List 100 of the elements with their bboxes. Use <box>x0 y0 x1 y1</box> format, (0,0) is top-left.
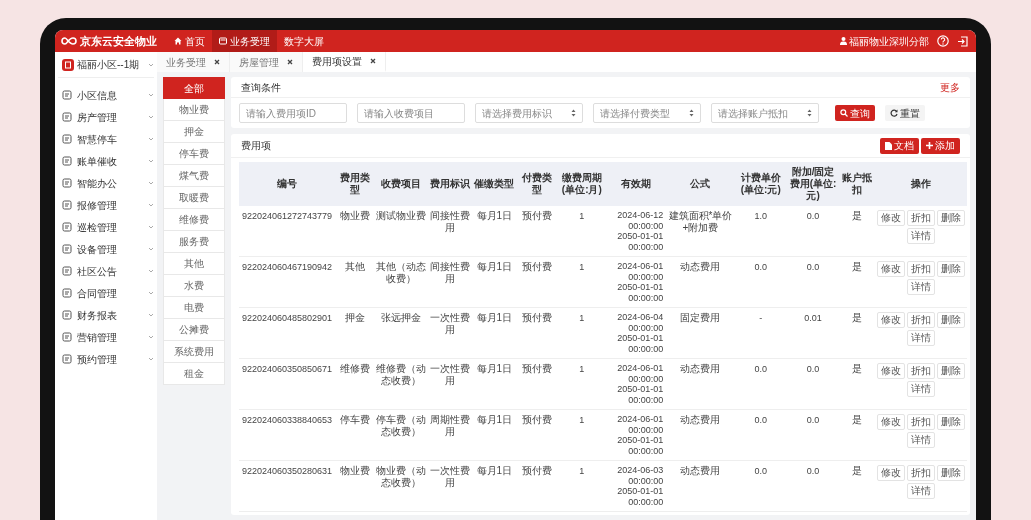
close-icon[interactable] <box>214 59 220 65</box>
input-field[interactable]: 请输入费用项ID <box>239 103 347 123</box>
search-button[interactable]: 查询 <box>835 105 875 121</box>
table-cell: 1 <box>556 307 607 359</box>
action-button[interactable]: 详情 <box>906 432 935 448</box>
category-item[interactable]: 取暖费 <box>163 187 225 209</box>
chevron-down-icon <box>148 247 154 251</box>
module-icon <box>62 266 72 276</box>
module-icon <box>62 310 72 320</box>
action-button[interactable]: 折扣 <box>906 261 935 277</box>
category-item[interactable]: 服务费 <box>163 231 225 253</box>
sidebar-item[interactable]: 财务报表 <box>58 304 154 326</box>
logout-icon[interactable] <box>957 35 968 47</box>
action-button[interactable]: 删除 <box>936 312 965 328</box>
action-button[interactable]: 修改 <box>876 261 905 277</box>
action-button[interactable]: 修改 <box>876 210 905 226</box>
action-button[interactable]: 折扣 <box>906 210 935 226</box>
category-item[interactable]: 系统费用 <box>163 341 225 363</box>
page-tab[interactable]: 业务受理 <box>157 52 230 72</box>
action-button[interactable]: 详情 <box>906 228 935 244</box>
module-icon <box>62 332 72 342</box>
table-cell: 2024-06-03 00:00:00 2050-01-01 00:00:00 <box>606 460 666 512</box>
reset-button[interactable]: 重置 <box>885 105 925 121</box>
module-icon <box>62 222 72 232</box>
table-cell: 0.01 <box>785 307 841 359</box>
select-field[interactable]: 请选择费用标识 <box>475 103 583 123</box>
column-header: 计费单价(单位:元) <box>735 162 786 206</box>
action-button[interactable]: 详情 <box>906 330 935 346</box>
close-icon[interactable] <box>287 59 293 65</box>
sidebar-item[interactable]: 预约管理 <box>58 348 154 370</box>
action-button[interactable]: 折扣 <box>906 414 935 430</box>
sidebar-item[interactable]: 报修管理 <box>58 194 154 216</box>
action-button[interactable]: 详情 <box>906 483 935 499</box>
action-button[interactable]: 修改 <box>876 363 905 379</box>
category-item[interactable]: 其他 <box>163 253 225 275</box>
input-field[interactable]: 请输入收费项目 <box>357 103 465 123</box>
action-button[interactable]: 详情 <box>906 381 935 397</box>
action-button[interactable]: 删除 <box>936 210 965 226</box>
document-button[interactable]: 文档 <box>879 137 919 154</box>
category-item[interactable]: 公摊费 <box>163 319 225 341</box>
nav-link[interactable]: 首页 <box>167 30 212 52</box>
table-cell: 测试物业费 <box>373 206 428 257</box>
category-item[interactable]: 停车费 <box>163 143 225 165</box>
module-icon <box>62 134 72 144</box>
sidebar-item[interactable]: 房产管理 <box>58 106 154 128</box>
more-link[interactable]: 更多 <box>940 79 960 95</box>
table-cell: 押金 <box>335 307 374 359</box>
community-selector[interactable]: 福丽小区--1期 <box>58 52 154 78</box>
action-button[interactable]: 折扣 <box>906 465 935 481</box>
sidebar-item[interactable]: 智慧停车 <box>58 128 154 150</box>
close-icon[interactable] <box>370 58 376 64</box>
table-cell: 其他 <box>335 256 374 308</box>
module-icon <box>62 156 72 166</box>
action-button[interactable]: 详情 <box>906 279 935 295</box>
user-name: 福丽物业深圳分部 <box>849 34 929 49</box>
category-item[interactable]: 电费 <box>163 297 225 319</box>
sidebar-item[interactable]: 巡检管理 <box>58 216 154 238</box>
action-button[interactable]: 删除 <box>936 465 965 481</box>
chevron-down-icon <box>148 269 154 273</box>
table-cell: 0.0 <box>735 460 786 512</box>
nav-link[interactable]: 业务受理 <box>212 30 277 52</box>
category-item[interactable]: 租金 <box>163 363 225 385</box>
table-cell: 0.0 <box>785 256 841 308</box>
action-button[interactable]: 修改 <box>876 312 905 328</box>
select-field[interactable]: 请选择付费类型 <box>593 103 701 123</box>
select-field[interactable]: 请选择账户抵扣 <box>711 103 819 123</box>
action-button[interactable]: 折扣 <box>906 363 935 379</box>
action-button[interactable]: 修改 <box>876 465 905 481</box>
card-icon <box>219 37 227 45</box>
column-header: 缴费周期(单位:月) <box>556 162 607 206</box>
sidebar-item[interactable]: 设备管理 <box>58 238 154 260</box>
action-button[interactable]: 折扣 <box>906 312 935 328</box>
sidebar-item[interactable]: 智能办公 <box>58 172 154 194</box>
category-item[interactable]: 维修费 <box>163 209 225 231</box>
add-button[interactable]: 添加 <box>921 137 960 154</box>
table-cell: 0.0 <box>785 409 841 461</box>
logo-icon <box>61 36 77 46</box>
table-cell: 1 <box>556 460 607 512</box>
action-button[interactable]: 删除 <box>936 414 965 430</box>
sidebar-item[interactable]: 合同管理 <box>58 282 154 304</box>
sidebar-item[interactable]: 营销管理 <box>58 326 154 348</box>
category-item[interactable]: 押金 <box>163 121 225 143</box>
table-cell: 922024060485802901 <box>239 307 336 359</box>
table-cell: 每月1日 <box>472 409 517 461</box>
category-item[interactable]: 水费 <box>163 275 225 297</box>
sidebar-item[interactable]: 社区公告 <box>58 260 154 282</box>
table-cell: 0.0 <box>735 358 786 410</box>
category-item[interactable]: 物业费 <box>163 99 225 121</box>
help-icon[interactable] <box>937 35 949 47</box>
category-item[interactable]: 全部 <box>163 77 225 99</box>
action-button[interactable]: 删除 <box>936 261 965 277</box>
table-cell: 建筑面积*单价+附加费 <box>665 206 736 257</box>
nav-link[interactable]: 数字大屏 <box>277 30 331 52</box>
page-tab[interactable]: 房屋管理 <box>230 52 303 72</box>
sidebar-item[interactable]: 账单催收 <box>58 150 154 172</box>
table-cell: 2024-06-01 00:00:00 2050-01-01 00:00:00 <box>606 409 666 461</box>
action-button[interactable]: 删除 <box>936 363 965 379</box>
category-item[interactable]: 煤气费 <box>163 165 225 187</box>
sidebar-item[interactable]: 小区信息 <box>58 84 154 106</box>
action-button[interactable]: 修改 <box>876 414 905 430</box>
